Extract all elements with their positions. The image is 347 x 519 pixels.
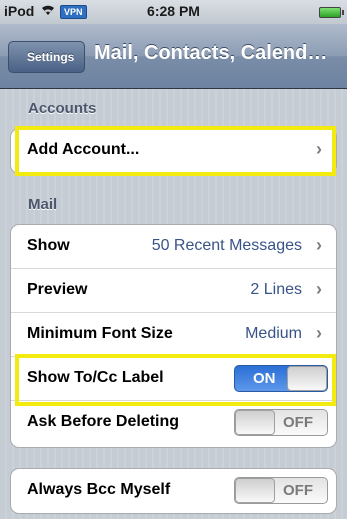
toggle-state-text: OFF bbox=[283, 482, 313, 499]
show-to-cc-label: Show To/Cc Label bbox=[27, 369, 164, 386]
toggle-knob bbox=[287, 366, 327, 391]
bcc-group: Always Bcc Myself OFF bbox=[10, 468, 337, 514]
show-to-cc-toggle[interactable]: ON bbox=[234, 365, 328, 392]
status-time: 6:28 PM bbox=[147, 3, 200, 19]
settings-content[interactable]: Accounts Add Account... › Mail Show 50 R… bbox=[0, 89, 347, 519]
always-bcc-label: Always Bcc Myself bbox=[27, 481, 171, 498]
minimum-font-size-label: Minimum Font Size bbox=[27, 325, 173, 342]
back-button[interactable]: Settings bbox=[8, 41, 86, 73]
add-account-row[interactable]: Add Account... › bbox=[11, 129, 336, 173]
show-row[interactable]: Show 50 Recent Messages › bbox=[11, 225, 336, 269]
minimum-font-size-row[interactable]: Minimum Font Size Medium › bbox=[11, 313, 336, 357]
preview-value: 2 Lines bbox=[250, 281, 302, 298]
chevron-right-icon: › bbox=[316, 235, 322, 255]
chevron-right-icon: › bbox=[316, 139, 322, 159]
always-bcc-toggle[interactable]: OFF bbox=[234, 477, 328, 504]
show-label: Show bbox=[27, 237, 70, 254]
navigation-bar: Settings Mail, Contacts, Calend… bbox=[0, 24, 347, 89]
battery-icon bbox=[319, 7, 344, 18]
mail-group: Show 50 Recent Messages › Preview 2 Line… bbox=[10, 224, 337, 448]
preview-row[interactable]: Preview 2 Lines › bbox=[11, 269, 336, 313]
section-header-accounts: Accounts bbox=[28, 100, 97, 117]
toggle-state-text: ON bbox=[253, 370, 276, 387]
toggle-knob bbox=[235, 478, 275, 503]
status-bar: iPod VPN 6:28 PM bbox=[0, 0, 347, 24]
preview-label: Preview bbox=[27, 281, 88, 298]
minimum-font-size-value: Medium bbox=[245, 325, 302, 342]
ask-before-deleting-label: Ask Before Deleting bbox=[27, 413, 180, 430]
page-title: Mail, Contacts, Calend… bbox=[94, 42, 328, 64]
chevron-right-icon: › bbox=[316, 323, 322, 343]
ask-before-deleting-toggle[interactable]: OFF bbox=[234, 409, 328, 436]
section-header-mail: Mail bbox=[28, 196, 58, 213]
toggle-knob bbox=[235, 410, 275, 435]
always-bcc-row: Always Bcc Myself OFF bbox=[11, 469, 336, 513]
chevron-right-icon: › bbox=[316, 279, 322, 299]
show-value: 50 Recent Messages bbox=[151, 237, 302, 254]
accounts-group: Add Account... › bbox=[10, 128, 337, 174]
ask-before-deleting-row: Ask Before Deleting OFF bbox=[11, 401, 336, 445]
show-to-cc-row: Show To/Cc Label ON bbox=[11, 357, 336, 401]
add-account-label: Add Account... bbox=[27, 141, 140, 158]
toggle-state-text: OFF bbox=[283, 414, 313, 431]
